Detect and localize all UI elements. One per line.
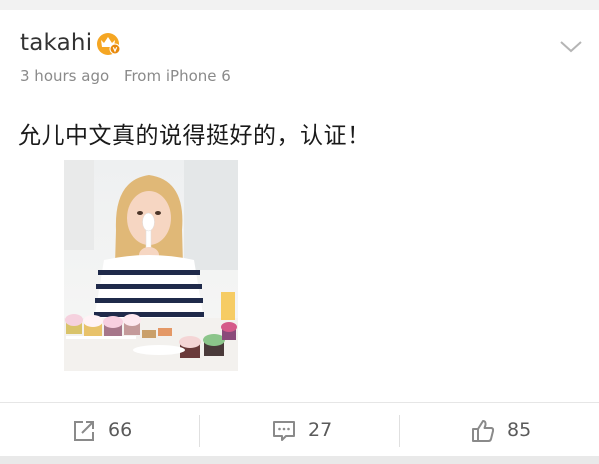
weibo-post-card: takahi 3 hours ago From iPhone 6 允儿中文真的说… — [0, 10, 599, 456]
share-out-icon — [74, 421, 94, 441]
vip-crown-badge-icon — [97, 33, 121, 55]
like-count: 85 — [507, 419, 532, 441]
username[interactable]: takahi — [20, 30, 92, 56]
post-source[interactable]: From iPhone 6 — [124, 67, 231, 85]
post-time: 3 hours ago — [20, 67, 110, 85]
comment-count: 27 — [308, 419, 333, 441]
action-bar: 66 27 85 — [0, 402, 599, 457]
post-text: 允儿中文真的说得挺好的，认证！ — [18, 123, 371, 149]
like-button[interactable]: 85 — [400, 403, 599, 457]
chevron-down-icon[interactable] — [558, 38, 584, 56]
post-photo[interactable] — [64, 160, 238, 371]
comment-button[interactable]: 27 — [200, 403, 399, 457]
thumbs-up-icon — [472, 420, 495, 442]
feed-separator — [0, 456, 599, 464]
repost-count: 66 — [108, 419, 133, 441]
post-meta: 3 hours ago From iPhone 6 — [20, 67, 231, 85]
comment-bubble-icon — [273, 421, 295, 441]
repost-button[interactable]: 66 — [0, 403, 199, 457]
